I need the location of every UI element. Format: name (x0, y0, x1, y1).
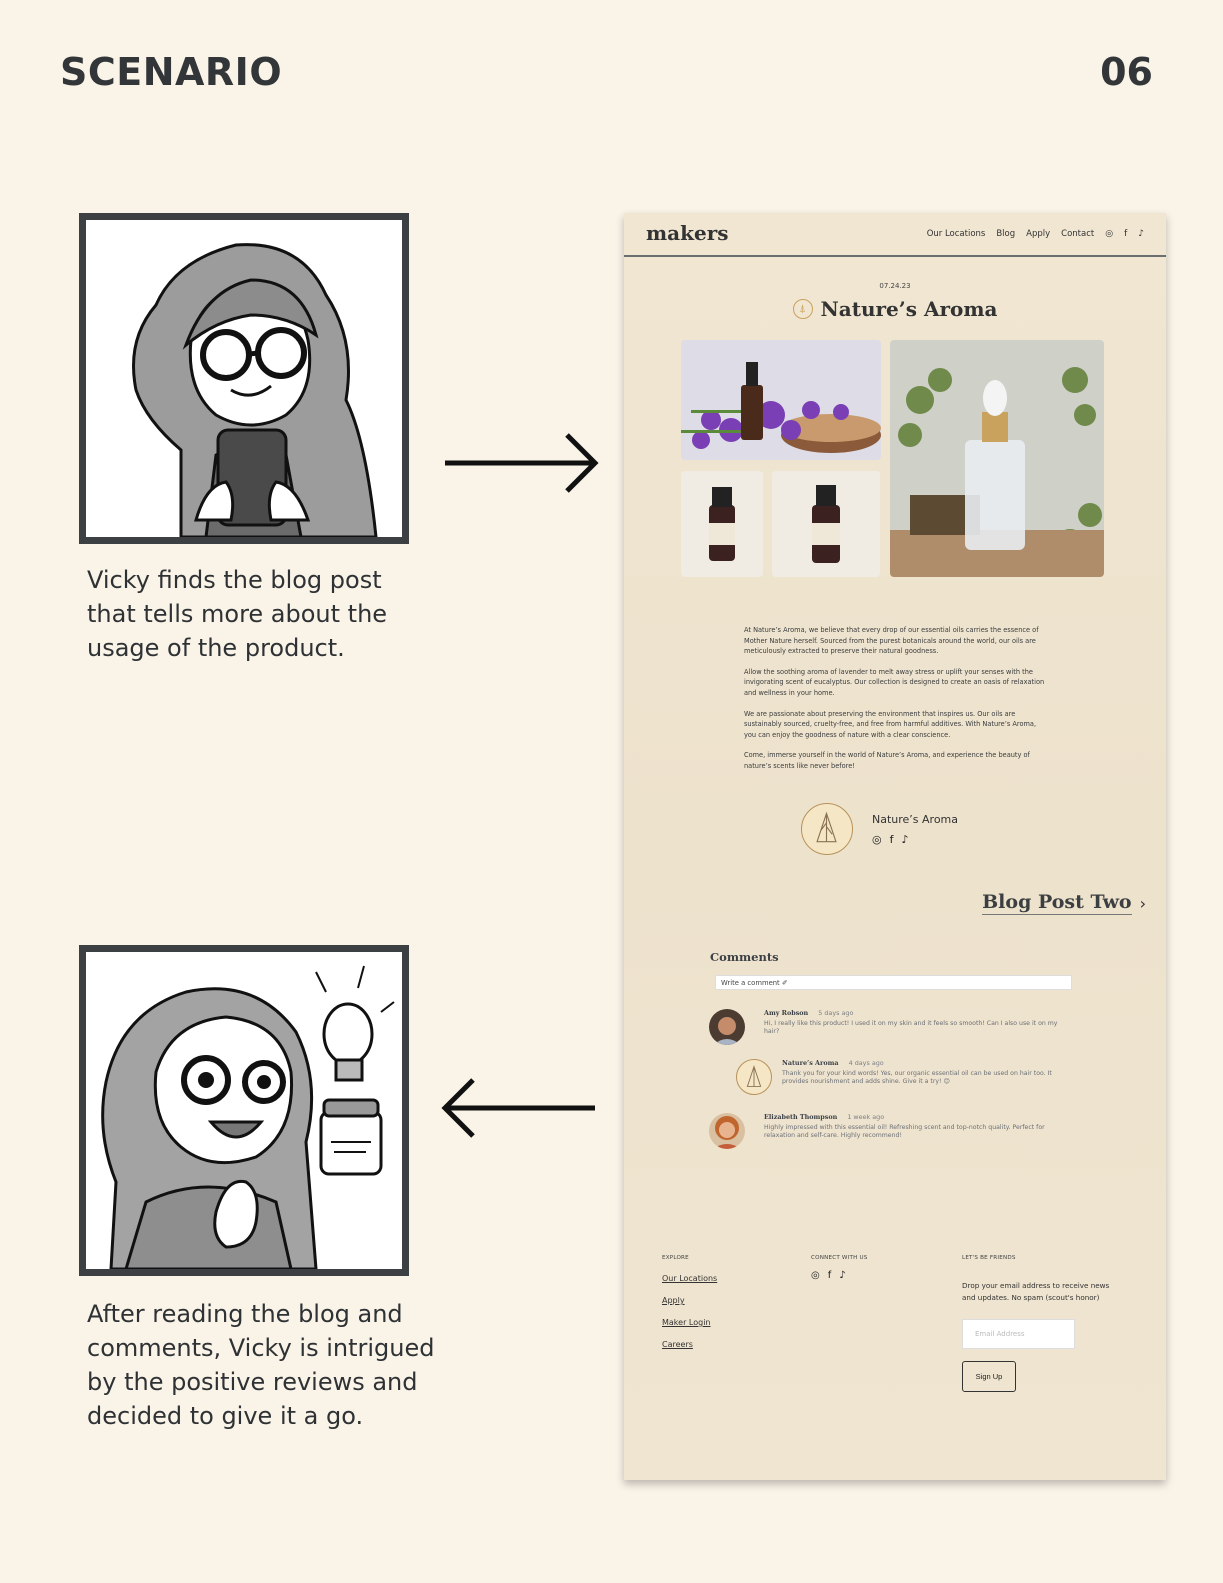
comment-meta: Elizabeth Thompson 1 week ago (764, 1113, 884, 1121)
author-logo (801, 803, 853, 855)
site-header: makers Our Locations Blog Apply Contact … (624, 213, 1166, 257)
comment-text: Thank you for your kind words! Yes, our … (782, 1070, 1052, 1085)
comment-meta: Nature’s Aroma 4 days ago (782, 1059, 884, 1067)
next-post-link[interactable]: Blog Post Two › (982, 891, 1146, 915)
post-date: 07.24.23 (879, 282, 911, 290)
caption-second: After reading the blog and comments, Vic… (87, 1300, 435, 1430)
site-nav: Our Locations Blog Apply Contact ◎ f ♪ (927, 229, 1144, 239)
post-paragraph: Come, immerse yourself in the world of N… (744, 751, 1030, 770)
author-social: ◎ f ♪ (872, 833, 909, 846)
post-paragraph: Allow the soothing aroma of lavender to … (744, 667, 1045, 697)
bottle-image-lavender (681, 471, 763, 577)
comment-age: 4 days ago (848, 1059, 884, 1067)
comment-author: Elizabeth Thompson (764, 1113, 838, 1121)
tiktok-icon[interactable]: ♪ (839, 1270, 845, 1281)
avatar (736, 1059, 772, 1095)
facebook-icon[interactable]: f (1124, 229, 1127, 239)
footer-explore-title: EXPLORE (662, 1255, 689, 1261)
footer-link-careers[interactable]: Careers (662, 1340, 693, 1349)
avatar (709, 1113, 745, 1149)
nav-contact[interactable]: Contact (1061, 229, 1094, 239)
footer-link-maker-login[interactable]: Maker Login (662, 1318, 711, 1327)
comment-author: Amy Robson (764, 1009, 809, 1017)
nav-our-locations[interactable]: Our Locations (927, 229, 986, 239)
post-body: At Nature’s Aroma, we believe that every… (744, 625, 1049, 782)
arrow-left-icon (441, 1078, 595, 1138)
nav-apply[interactable]: Apply (1026, 229, 1050, 239)
tiktok-icon[interactable]: ♪ (1138, 229, 1144, 239)
lavender-oil-image (681, 340, 881, 460)
website-mockup: makers Our Locations Blog Apply Contact … (624, 213, 1166, 1480)
comment-item: Amy Robson 5 days ago Hi, I really like … (709, 1009, 1069, 1049)
footer-social: ◎ f ♪ (811, 1270, 846, 1281)
tiktok-icon[interactable]: ♪ (901, 833, 908, 846)
footer-link-apply[interactable]: Apply (662, 1296, 685, 1305)
post-title: Nature’s Aroma (820, 297, 998, 321)
sign-up-button[interactable]: Sign Up (962, 1361, 1016, 1392)
avatar (709, 1009, 745, 1045)
eucalyptus-oil-image (890, 340, 1104, 577)
author-name: Nature’s Aroma (872, 813, 959, 826)
footer-connect-title: CONNECT WITH US (811, 1255, 868, 1261)
next-post-label[interactable]: Blog Post Two (982, 891, 1132, 915)
nav-blog[interactable]: Blog (996, 229, 1015, 239)
instagram-icon[interactable]: ◎ (872, 833, 882, 846)
comment-age: 5 days ago (818, 1009, 854, 1017)
facebook-icon[interactable]: f (828, 1270, 832, 1281)
bottle-image-eucalyptus (772, 471, 880, 577)
scenario-title: SCENARIO (60, 50, 283, 94)
arrow-right-icon (445, 433, 599, 493)
comment-text: Hi, I really like this product! I used i… (764, 1020, 1058, 1035)
footer-newsletter-note: Drop your email address to receive news … (962, 1281, 1110, 1302)
comment-input[interactable]: Write a comment ✐ (715, 975, 1072, 990)
comment-item: Elizabeth Thompson 1 week ago Highly imp… (709, 1113, 1069, 1153)
comment-meta: Amy Robson 5 days ago (764, 1009, 853, 1017)
instagram-icon[interactable]: ◎ (1105, 229, 1113, 239)
brand-tree-icon: ⍋ (792, 299, 813, 319)
comments-title: Comments (710, 950, 779, 964)
email-field[interactable]: Email Address (962, 1319, 1075, 1349)
footer-link-our-locations[interactable]: Our Locations (662, 1274, 717, 1283)
site-logo[interactable]: makers (646, 221, 729, 245)
comment-age: 1 week ago (847, 1113, 885, 1121)
illustration-vicky-idea (79, 945, 409, 1276)
caption-first: Vicky finds the blog post that tells mor… (87, 566, 388, 662)
post-title-row: ⍋ Nature’s Aroma (624, 297, 1166, 321)
comment-author: Nature’s Aroma (782, 1059, 839, 1067)
footer-friends-title: LET'S BE FRIENDS (962, 1255, 1016, 1261)
illustration-vicky-phone (79, 213, 409, 544)
post-paragraph: We are passionate about preserving the e… (744, 709, 1037, 739)
post-paragraph: At Nature’s Aroma, we believe that every… (744, 626, 1039, 656)
comment-reply: Nature’s Aroma 4 days ago Thank you for … (736, 1059, 1076, 1099)
facebook-icon[interactable]: f (890, 833, 894, 846)
chevron-right-icon[interactable]: › (1140, 894, 1146, 913)
instagram-icon[interactable]: ◎ (811, 1270, 820, 1281)
comment-text: Highly impressed with this essential oil… (764, 1124, 1045, 1139)
page-number: 06 (1100, 50, 1153, 94)
